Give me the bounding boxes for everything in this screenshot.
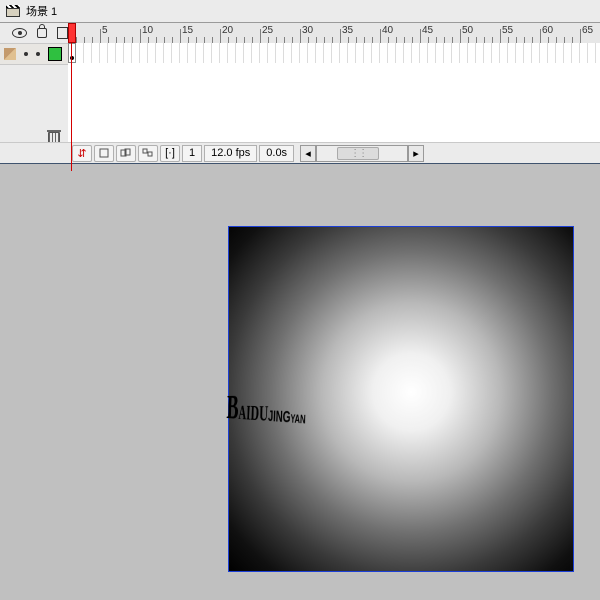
visibility-icon[interactable] (12, 28, 27, 38)
timeline-scrollbar[interactable]: ◂ ▸ (300, 145, 424, 162)
scroll-right-button[interactable]: ▸ (408, 145, 424, 162)
layer-dot-1 (24, 52, 28, 56)
layer-row[interactable] (0, 44, 68, 65)
layer-color-swatch[interactable] (48, 47, 62, 61)
frame-ruler[interactable]: 15101520253035404550556065 (68, 23, 600, 44)
canvas[interactable]: B AIDU JING YAN (228, 226, 574, 572)
logo-text-jing: JING (268, 407, 291, 426)
fps-field[interactable]: 12.0 fps (204, 145, 257, 162)
scene-title: 场景 1 (26, 3, 57, 19)
scroll-track[interactable] (316, 145, 408, 162)
onion-skin-outlines-button[interactable] (116, 145, 136, 162)
pencil-icon (4, 48, 16, 60)
onion-skin-button[interactable] (94, 145, 114, 162)
empty-track-area (68, 63, 600, 143)
frame-track[interactable] (68, 43, 600, 64)
playhead[interactable] (68, 23, 76, 167)
title-bar: 场景 1 (0, 0, 600, 23)
outline-icon[interactable] (57, 27, 68, 39)
layer-header-icons (0, 23, 68, 44)
modify-markers-button[interactable]: [·] (160, 145, 180, 162)
timeline-status-bar: ⇵ [·] 1 12.0 fps 0.0s ◂ ▸ (0, 142, 600, 163)
lock-icon[interactable] (37, 28, 47, 38)
elapsed-time-field: 0.0s (259, 145, 294, 162)
scene-icon (6, 5, 20, 17)
current-frame-field[interactable]: 1 (182, 145, 202, 162)
layer-dot-2 (36, 52, 40, 56)
logo-text-yan: YAN (290, 412, 306, 426)
stage-text-logo[interactable]: B AIDU JING YAN (227, 385, 308, 417)
edit-multiple-button[interactable] (138, 145, 158, 162)
scroll-left-button[interactable]: ◂ (300, 145, 316, 162)
timeline-panel: 15101520253035404550556065 ⇵ [·] 1 12.0 … (0, 23, 600, 164)
stage-area[interactable]: B AIDU JING YAN (0, 164, 600, 600)
scroll-thumb[interactable] (337, 147, 379, 160)
logo-text-aidu: AIDU (238, 402, 269, 428)
